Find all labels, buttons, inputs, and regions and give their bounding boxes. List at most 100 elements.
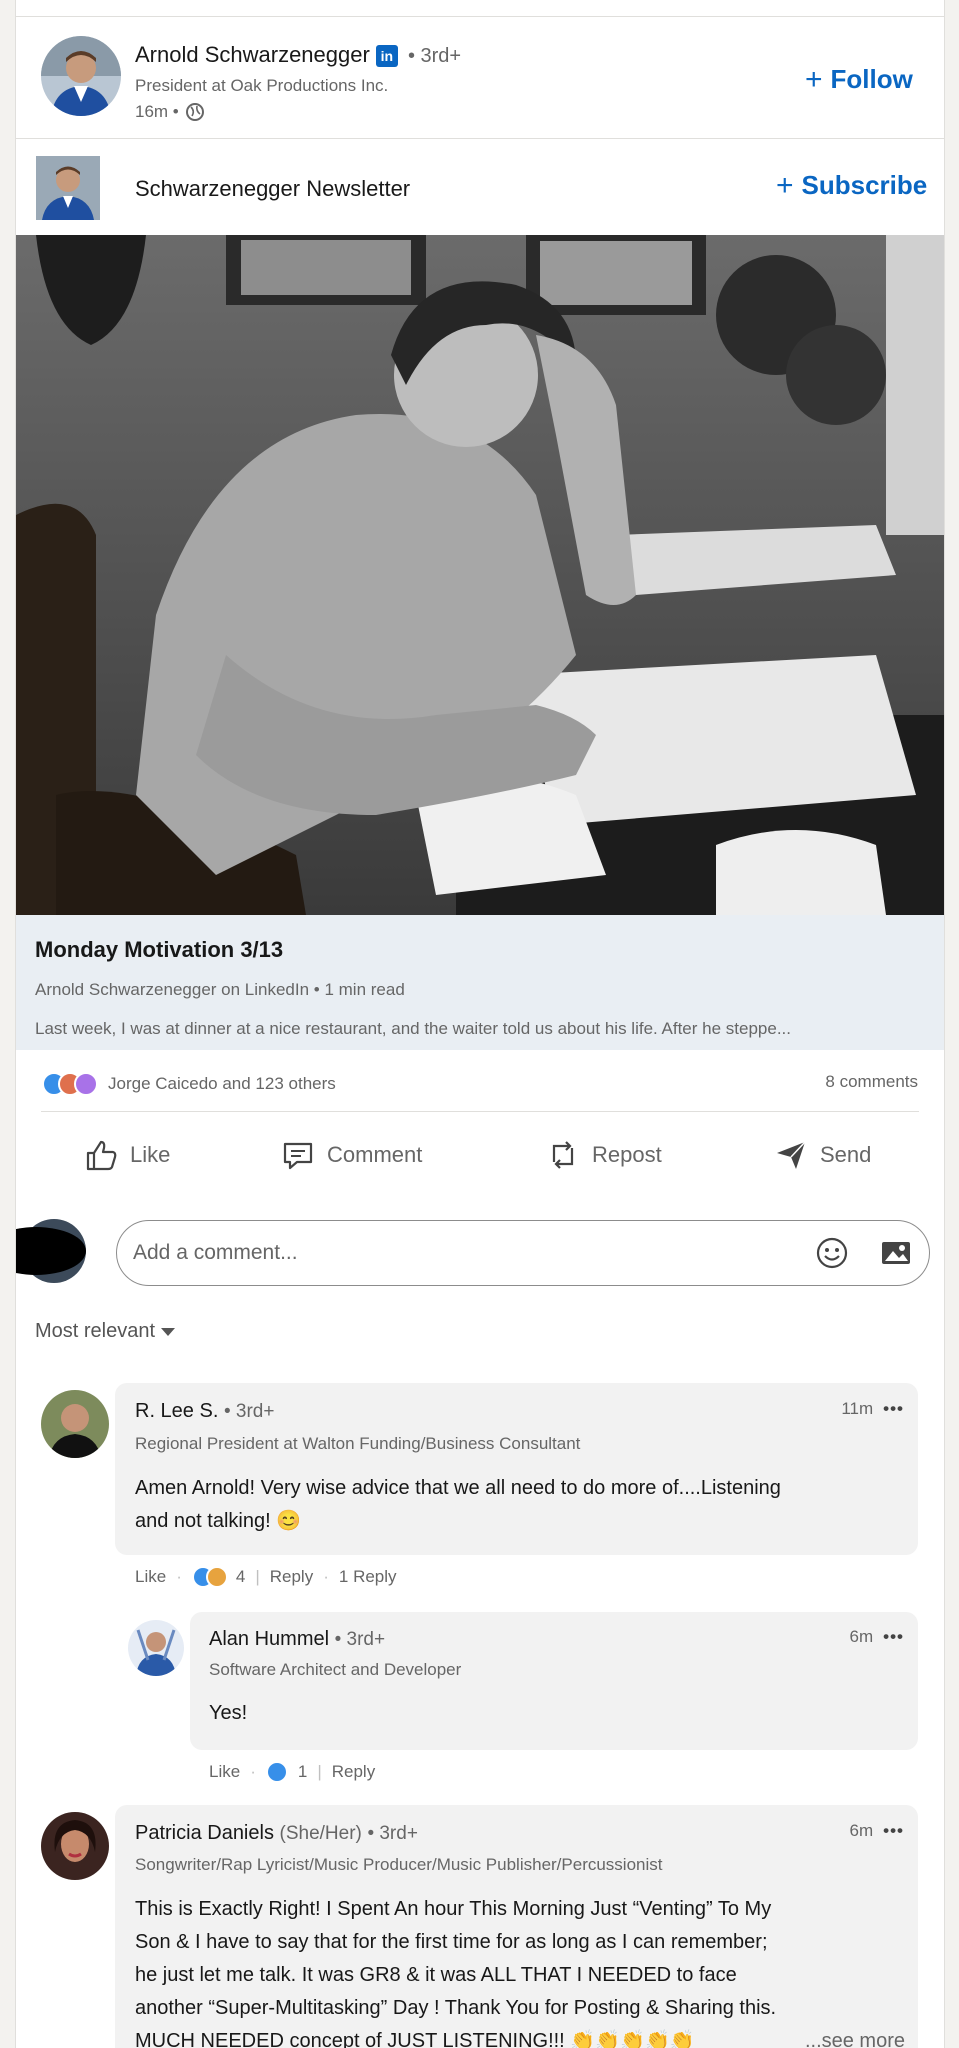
author-name[interactable]: Arnold Schwarzenegger <box>135 42 370 67</box>
like-reaction-icon <box>265 1761 288 1783</box>
separator: · <box>323 1567 329 1586</box>
comment-placeholder: Add a comment... <box>133 1241 298 1264</box>
author-avatar[interactable] <box>41 36 121 116</box>
actions-divider <box>41 1111 919 1112</box>
replier-headline: Software Architect and Developer <box>209 1660 462 1679</box>
comment-icon <box>281 1138 315 1172</box>
separator: | <box>255 1567 260 1586</box>
sort-label: Most relevant <box>35 1320 156 1342</box>
replier-name[interactable]: Alan Hummel <box>209 1628 329 1650</box>
commenter-pronouns: (She/Her) <box>279 1823 362 1844</box>
separator: · <box>176 1567 182 1586</box>
comment-reaction-icons <box>191 1566 228 1588</box>
comment-button[interactable]: Comment <box>281 1138 422 1172</box>
comment-text: Amen Arnold! Very wise advice that we al… <box>135 1472 905 1538</box>
comment-line: he just let me talk. It was GR8 & it was… <box>135 1964 737 1986</box>
commenter-degree: • 3rd+ <box>367 1823 418 1844</box>
comment-label: Comment <box>327 1142 423 1167</box>
author-name-row[interactable]: Arnold Schwarzenegger in • 3rd+ <box>135 42 461 68</box>
send-button[interactable]: Send <box>774 1138 871 1172</box>
more-options-icon[interactable]: ••• <box>883 1627 904 1647</box>
commenter-headline: Songwriter/Rap Lyricist/Music Producer/M… <box>135 1855 663 1874</box>
commenter-name[interactable]: Patricia Daniels <box>135 1822 274 1844</box>
reply-reaction-count[interactable]: 1 <box>298 1762 307 1782</box>
plus-icon: + <box>776 168 794 202</box>
subscribe-button[interactable]: + Subscribe <box>776 170 927 201</box>
globe-icon <box>185 102 205 122</box>
reply-time-row: 6m ••• <box>850 1627 904 1647</box>
image-icon[interactable] <box>879 1236 913 1270</box>
comment-replies-count[interactable]: 1 Reply <box>339 1567 397 1587</box>
sort-dropdown[interactable]: Most relevant <box>35 1320 176 1343</box>
commenter-avatar[interactable] <box>41 1390 109 1458</box>
article-cover-image[interactable] <box>16 235 944 915</box>
header-divider <box>16 138 944 139</box>
comment-line: This is Exactly Right! I Spent An hour T… <box>135 1898 772 1920</box>
linkedin-badge-icon: in <box>375 45 398 68</box>
reply-actions: Like · 1 | Reply <box>209 1761 375 1783</box>
reactions-summary[interactable]: Jorge Caicedo and 123 others <box>42 1072 336 1096</box>
comment-line: Amen Arnold! Very wise advice that we al… <box>135 1477 781 1499</box>
comment-line-last: MUCH NEEDED concept of JUST LISTENING!!!… <box>135 2025 905 2048</box>
comment-time: 6m <box>849 1821 874 1840</box>
feed-post-card: Arnold Schwarzenegger in • 3rd+ President… <box>15 0 945 2048</box>
article-meta[interactable]: Monday Motivation 3/13 Arnold Schwarzene… <box>16 915 944 1050</box>
comment-time-row: 11m ••• <box>841 1399 904 1419</box>
comment-input[interactable]: Add a comment... <box>116 1220 930 1286</box>
follow-label: Follow <box>830 64 913 94</box>
reactions-text: Jorge Caicedo and 123 others <box>108 1074 336 1093</box>
comment-actions: Like · 4 | Reply · 1 Reply <box>135 1566 397 1588</box>
like-button[interactable]: Like <box>84 1138 170 1172</box>
comment-line: MUCH NEEDED concept of JUST LISTENING!!!… <box>135 2030 695 2048</box>
replier-degree: • 3rd+ <box>334 1629 386 1650</box>
caret-down-icon <box>161 1327 176 1336</box>
reply-time: 6m <box>849 1627 874 1646</box>
repost-button[interactable]: Repost <box>546 1138 662 1172</box>
emoji-icon[interactable] <box>815 1236 849 1270</box>
separator: · <box>250 1762 256 1781</box>
comment-time-row: 6m ••• <box>850 1821 904 1841</box>
comment-line: another “Super-Multitasking” Day ! Thank… <box>135 1997 777 2019</box>
send-label: Send <box>820 1142 872 1167</box>
commenter-headline: Regional President at Walton Funding/Bus… <box>135 1434 581 1453</box>
more-options-icon[interactable]: ••• <box>883 1821 904 1841</box>
article-byline: Arnold Schwarzenegger on LinkedIn • 1 mi… <box>35 980 405 999</box>
commenter-avatar[interactable] <box>41 1812 109 1880</box>
comment-line: Son & I have to say that for the first t… <box>135 1931 768 1953</box>
commenter-avatar[interactable] <box>128 1620 184 1676</box>
comment-time: 11m <box>841 1399 874 1418</box>
separator: | <box>317 1762 322 1781</box>
thumbs-up-icon <box>84 1138 118 1172</box>
commenter-degree: • 3rd+ <box>223 1401 275 1422</box>
commenter-name-row[interactable]: Patricia Daniels (She/Her) • 3rd+ <box>135 1822 418 1845</box>
newsletter-thumbnail[interactable] <box>36 156 100 220</box>
comment-like-button[interactable]: Like <box>135 1567 166 1587</box>
follow-button[interactable]: + Follow <box>805 64 913 95</box>
article-title[interactable]: Monday Motivation 3/13 <box>35 937 283 963</box>
replier-name-row[interactable]: Alan Hummel • 3rd+ <box>209 1628 385 1651</box>
comments-count[interactable]: 8 comments <box>825 1072 918 1092</box>
comment-reply-button[interactable]: Reply <box>270 1567 313 1587</box>
more-options-icon[interactable]: ••• <box>883 1399 904 1419</box>
reply-reply-button[interactable]: Reply <box>332 1762 375 1782</box>
plus-icon: + <box>805 62 823 96</box>
see-more-link[interactable]: ...see more <box>805 2025 905 2048</box>
reply-like-button[interactable]: Like <box>209 1762 240 1782</box>
repost-label: Repost <box>592 1142 662 1167</box>
support-reaction-icon <box>74 1072 98 1096</box>
reply-text: Yes! <box>209 1702 248 1724</box>
comment-text: This is Exactly Right! I Spent An hour T… <box>135 1893 905 2048</box>
commenter-name[interactable]: R. Lee S. <box>135 1400 218 1422</box>
post-time: 16m • <box>135 102 179 121</box>
like-label: Like <box>130 1142 171 1167</box>
subscribe-label: Subscribe <box>801 170 928 200</box>
newsletter-name[interactable]: Schwarzenegger Newsletter <box>135 176 410 202</box>
author-degree: • 3rd+ <box>407 45 462 67</box>
comment-reaction-count[interactable]: 4 <box>236 1567 245 1587</box>
comment-line: and not talking! 😊 <box>135 1510 302 1532</box>
repost-icon <box>546 1138 580 1172</box>
commenter-name-row[interactable]: R. Lee S. • 3rd+ <box>135 1400 274 1423</box>
insightful-reaction-icon <box>205 1566 228 1588</box>
top-divider <box>16 16 944 17</box>
article-snippet: Last week, I was at dinner at a nice res… <box>35 1019 791 1038</box>
